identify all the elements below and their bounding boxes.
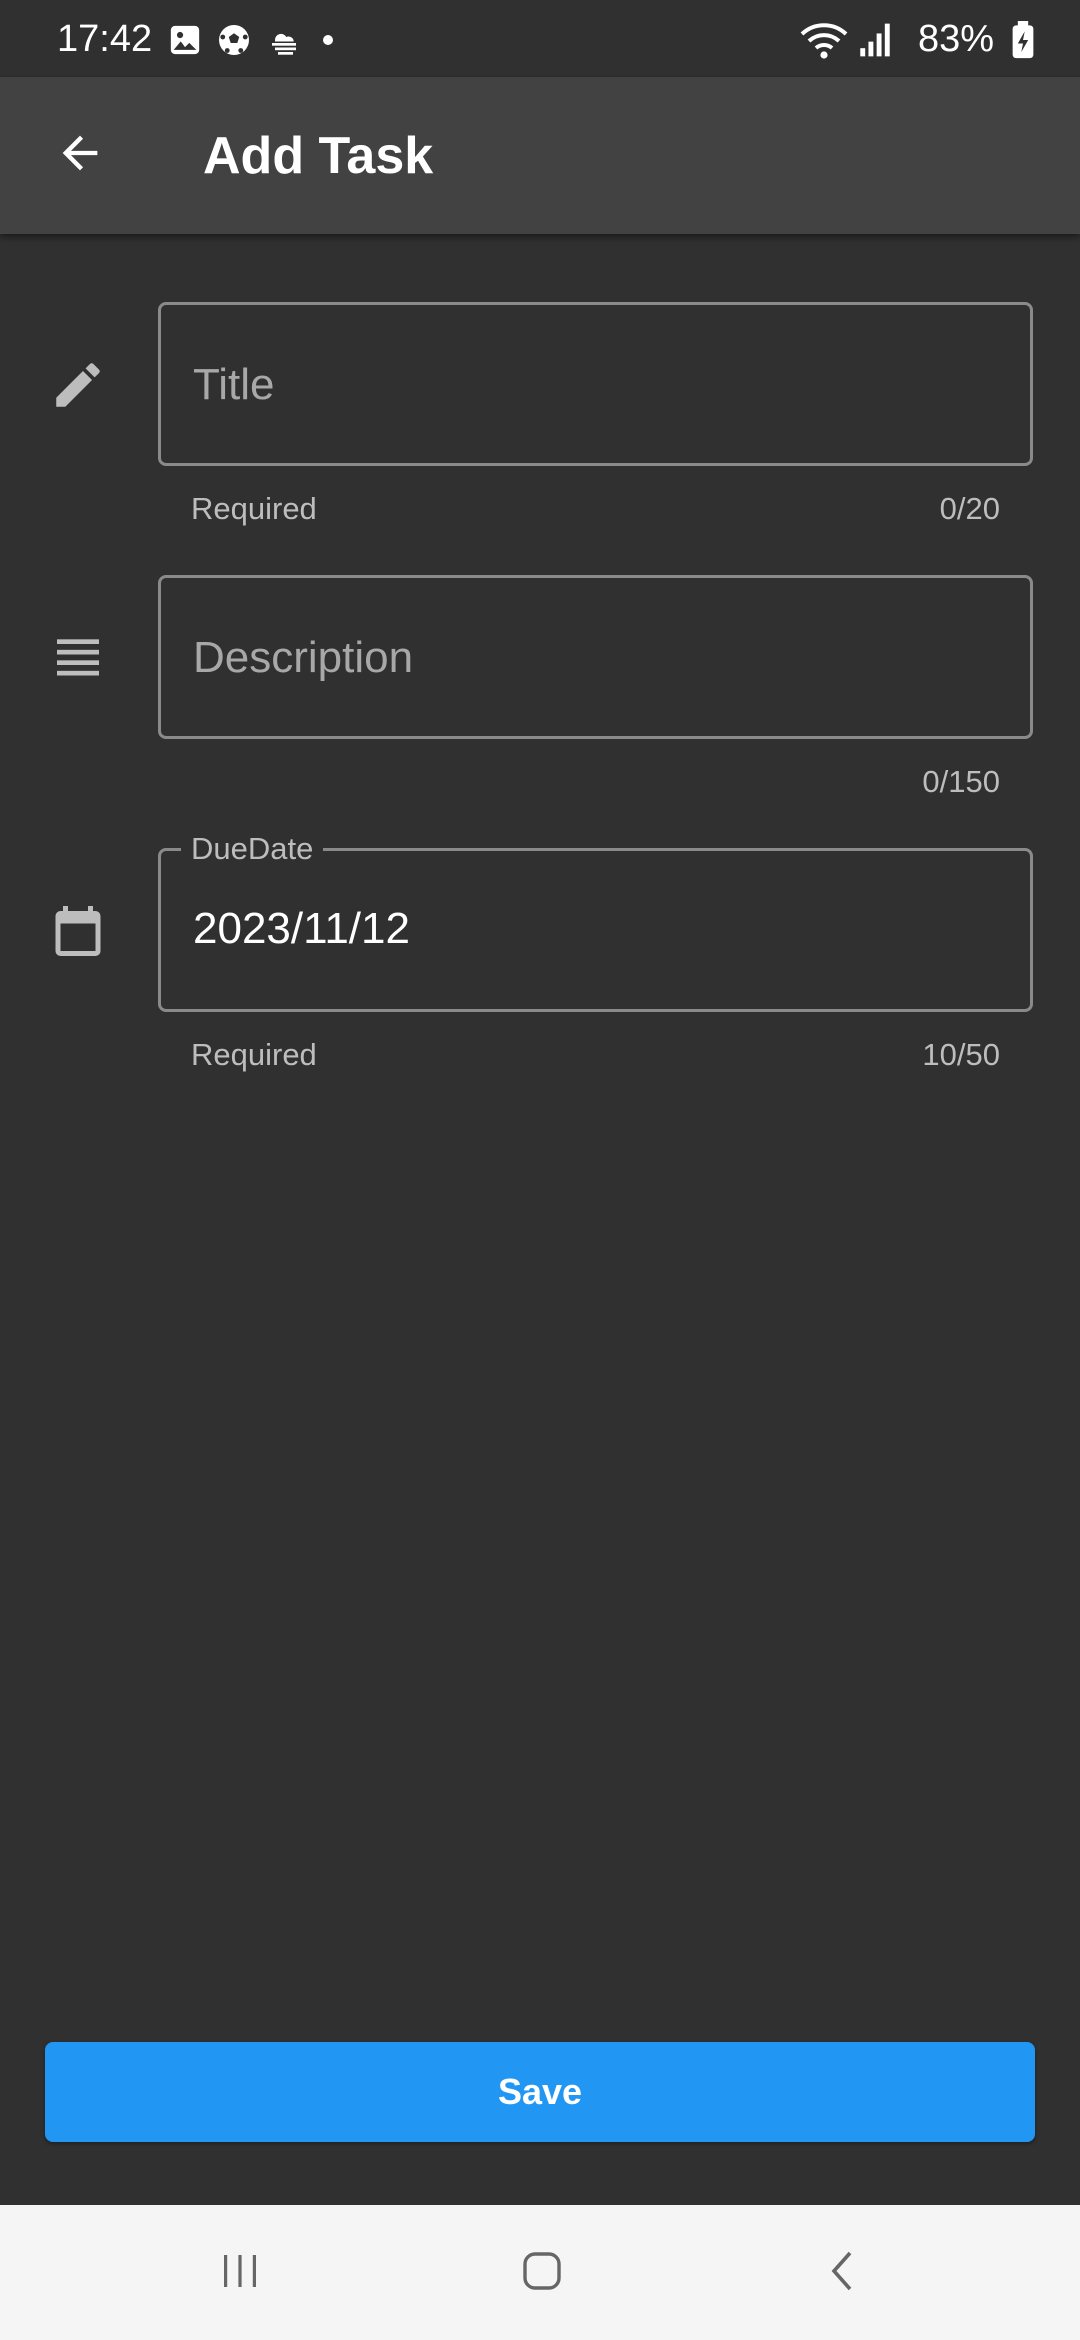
description-field[interactable] xyxy=(158,575,1033,739)
page-title: Add Task xyxy=(203,127,434,185)
status-icons-left xyxy=(168,22,340,62)
due-date-counter: 10/50 xyxy=(922,1037,1000,1072)
save-button[interactable]: Save xyxy=(45,2042,1035,2142)
home-button[interactable] xyxy=(502,2237,582,2309)
image-icon xyxy=(168,23,202,62)
description-counter: 0/150 xyxy=(922,764,1000,799)
arrow-back-icon xyxy=(54,127,106,184)
title-helper-text: Required xyxy=(191,491,317,526)
description-input[interactable] xyxy=(191,578,1010,738)
signal-icon xyxy=(858,22,892,63)
due-date-field[interactable]: DueDate 2023/11/12 xyxy=(158,831,1033,1012)
calendar-icon xyxy=(42,895,114,967)
status-icons-right: 83% xyxy=(800,14,1080,64)
lines-icon xyxy=(42,622,114,694)
soccer-ball-icon xyxy=(216,22,252,63)
due-date-value[interactable]: 2023/11/12 xyxy=(193,901,410,957)
title-input[interactable] xyxy=(191,305,1010,465)
pencil-icon xyxy=(42,349,114,421)
nav-back-button[interactable] xyxy=(804,2237,884,2309)
recents-icon xyxy=(216,2247,264,2300)
title-field[interactable] xyxy=(158,302,1033,466)
home-icon xyxy=(518,2247,566,2300)
battery-percent: 83% xyxy=(917,18,994,60)
status-time: 17:42 xyxy=(57,18,153,60)
title-counter: 0/20 xyxy=(939,491,1000,526)
back-button[interactable] xyxy=(44,119,116,191)
navigation-bar xyxy=(0,2205,1080,2340)
status-bar: 17:42 83% xyxy=(0,0,1080,77)
cloud-icon xyxy=(266,22,302,63)
due-date-label: DueDate xyxy=(181,831,324,867)
back-icon xyxy=(820,2247,868,2300)
dot-icon xyxy=(316,28,340,57)
app-bar: Add Task xyxy=(0,77,1080,234)
recents-button[interactable] xyxy=(200,2237,280,2309)
wifi-icon xyxy=(800,20,848,65)
battery-charging-icon xyxy=(1010,21,1036,64)
due-date-helper-text: Required xyxy=(191,1037,317,1072)
